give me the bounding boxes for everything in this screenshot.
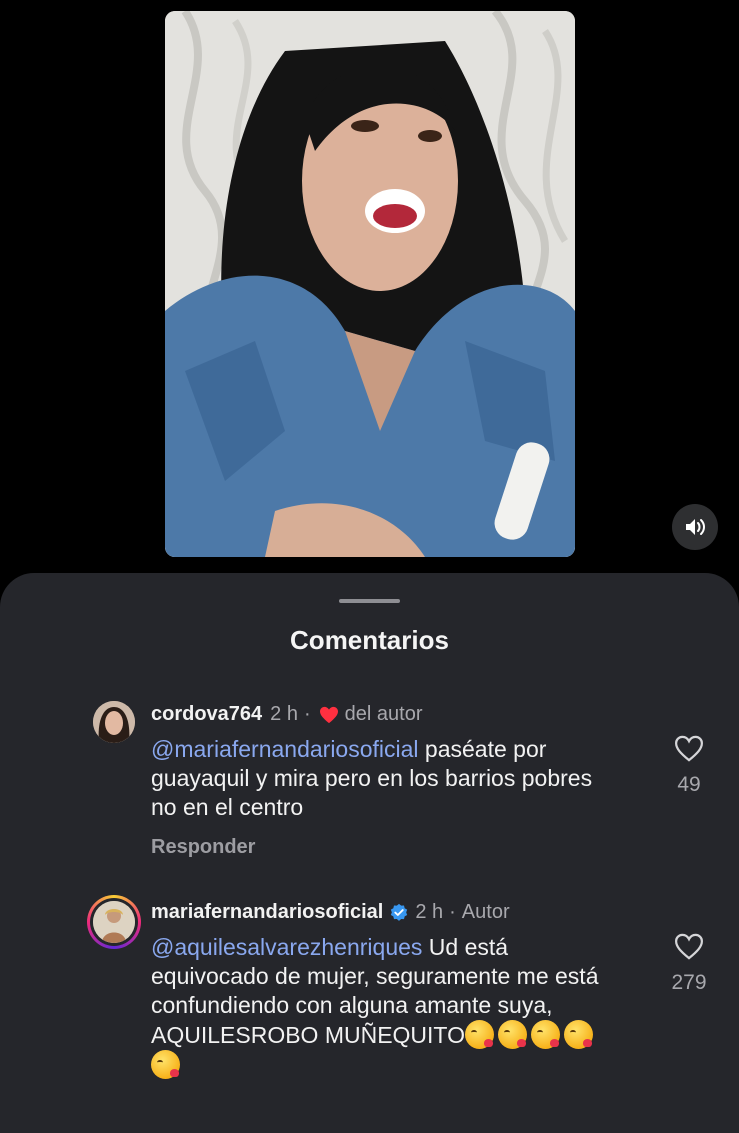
- like-count: 49: [677, 773, 701, 796]
- comment-username[interactable]: mariafernandariosoficial: [151, 901, 383, 924]
- author-label: Autor: [461, 901, 510, 923]
- avatar-image: [93, 701, 135, 743]
- meta-separator: ·: [449, 901, 456, 923]
- face-blowing-kiss-icon: [497, 1020, 527, 1049]
- comment-time: 2 h: [415, 901, 444, 923]
- mute-toggle-button[interactable]: [672, 504, 718, 550]
- reply-button[interactable]: Responder: [151, 836, 255, 859]
- comment-meta: cordova764 2 h · del autor: [151, 703, 423, 726]
- speaker-icon: [686, 519, 705, 535]
- comment-body: @mariafernandariosoficial paséate por gu…: [151, 735, 621, 822]
- liked-by-author-label: del autor: [344, 703, 423, 725]
- comment-mention[interactable]: @mariafernandariosoficial: [151, 736, 419, 762]
- face-blowing-kiss-icon: [151, 1050, 180, 1079]
- avatar-image: [93, 901, 135, 943]
- face-blowing-kiss-icon: [464, 1020, 494, 1049]
- like-group: 279: [660, 933, 718, 995]
- comment-mention[interactable]: @aquilesalvarezhenriques: [151, 934, 422, 960]
- like-group: 49: [660, 735, 718, 797]
- avatar-illustration: [93, 901, 135, 943]
- video-preview[interactable]: [165, 11, 575, 557]
- avatar[interactable]: [87, 895, 141, 949]
- comment-time: 2 h: [270, 703, 298, 725]
- like-count: 279: [671, 971, 707, 994]
- comment-meta: mariafernandariosoficial 2 h · Autor: [151, 901, 510, 924]
- comment-body: @aquilesalvarezhenriques Ud está equivoc…: [151, 933, 621, 1080]
- comment-username[interactable]: cordova764: [151, 703, 262, 726]
- heart-outline-icon[interactable]: [674, 735, 704, 762]
- heart-filled-icon: [319, 706, 338, 723]
- face-blowing-kiss-icon: [563, 1020, 593, 1049]
- meta-separator: ·: [303, 703, 311, 725]
- sheet-drag-handle[interactable]: [339, 599, 400, 603]
- verified-badge-icon: [391, 903, 408, 921]
- avatar[interactable]: [93, 701, 135, 743]
- comments-sheet: Comentarios cordova764 2 h · del autor @…: [0, 573, 739, 1133]
- face-blowing-kiss-icon: [530, 1020, 560, 1049]
- sheet-title: Comentarios: [290, 625, 449, 655]
- heart-outline-icon[interactable]: [674, 933, 704, 960]
- video-frame-illustration: [165, 11, 575, 557]
